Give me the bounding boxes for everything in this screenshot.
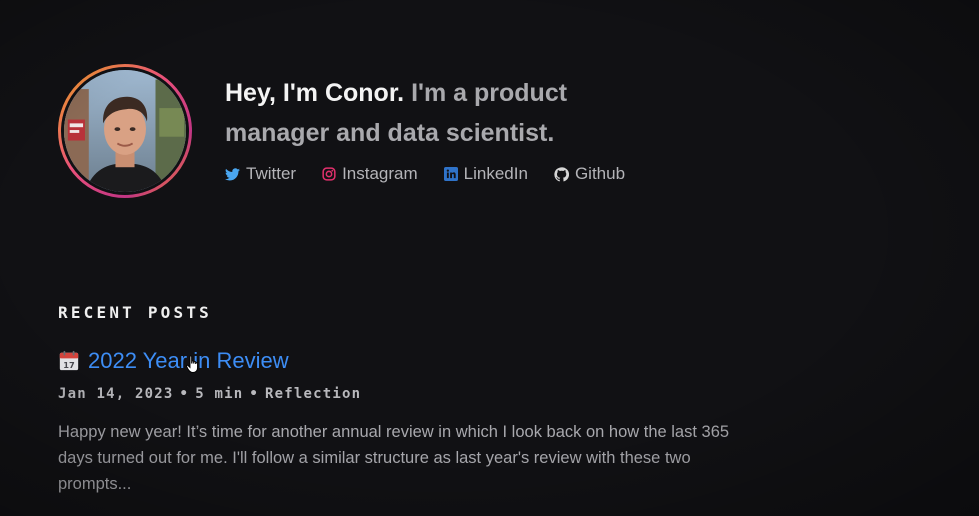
avatar-photo: [64, 70, 186, 192]
svg-text:17: 17: [63, 360, 75, 370]
twitter-label: Twitter: [246, 164, 297, 183]
linkedin-label: LinkedIn: [463, 164, 528, 183]
social-links: Twitter Instagram LinkedIn Github: [225, 164, 625, 184]
github-link[interactable]: Github: [554, 164, 625, 184]
avatar-ring: [58, 64, 192, 198]
post-card: 17 2022 Year in Review Jan 14, 2023 • 5 mi…: [58, 346, 748, 497]
intro-name: Hey, I'm Conor.: [225, 79, 405, 107]
intro-headline: Hey, I'm Conor. I'm a product manager an…: [225, 73, 645, 153]
github-label: Github: [574, 164, 626, 183]
meta-separator: •: [179, 386, 190, 402]
linkedin-icon: [443, 167, 458, 181]
instagram-icon: [322, 167, 336, 181]
recent-posts-heading: RECENT POSTS: [58, 303, 212, 322]
twitter-icon: [225, 167, 240, 180]
avatar: [61, 67, 189, 195]
twitter-link[interactable]: Twitter: [225, 164, 296, 184]
github-icon: [554, 166, 569, 181]
calendar-icon: 17: [59, 350, 79, 371]
instagram-link[interactable]: Instagram: [322, 164, 418, 184]
linkedin-link[interactable]: LinkedIn: [443, 164, 528, 184]
post-title-link[interactable]: 17 2022 Year in Review: [58, 346, 748, 376]
meta-separator: •: [249, 386, 259, 402]
post-date: Jan 14, 2023: [58, 386, 174, 402]
post-meta: Jan 14, 2023 • 5 min • Reflection: [58, 386, 748, 402]
post-read-time: 5 min: [195, 386, 244, 402]
post-excerpt: Happy new year! It’s time for another an…: [58, 423, 730, 493]
post-category[interactable]: Reflection: [265, 386, 361, 402]
instagram-label: Instagram: [342, 164, 418, 183]
hand-cursor-icon: [186, 355, 200, 378]
